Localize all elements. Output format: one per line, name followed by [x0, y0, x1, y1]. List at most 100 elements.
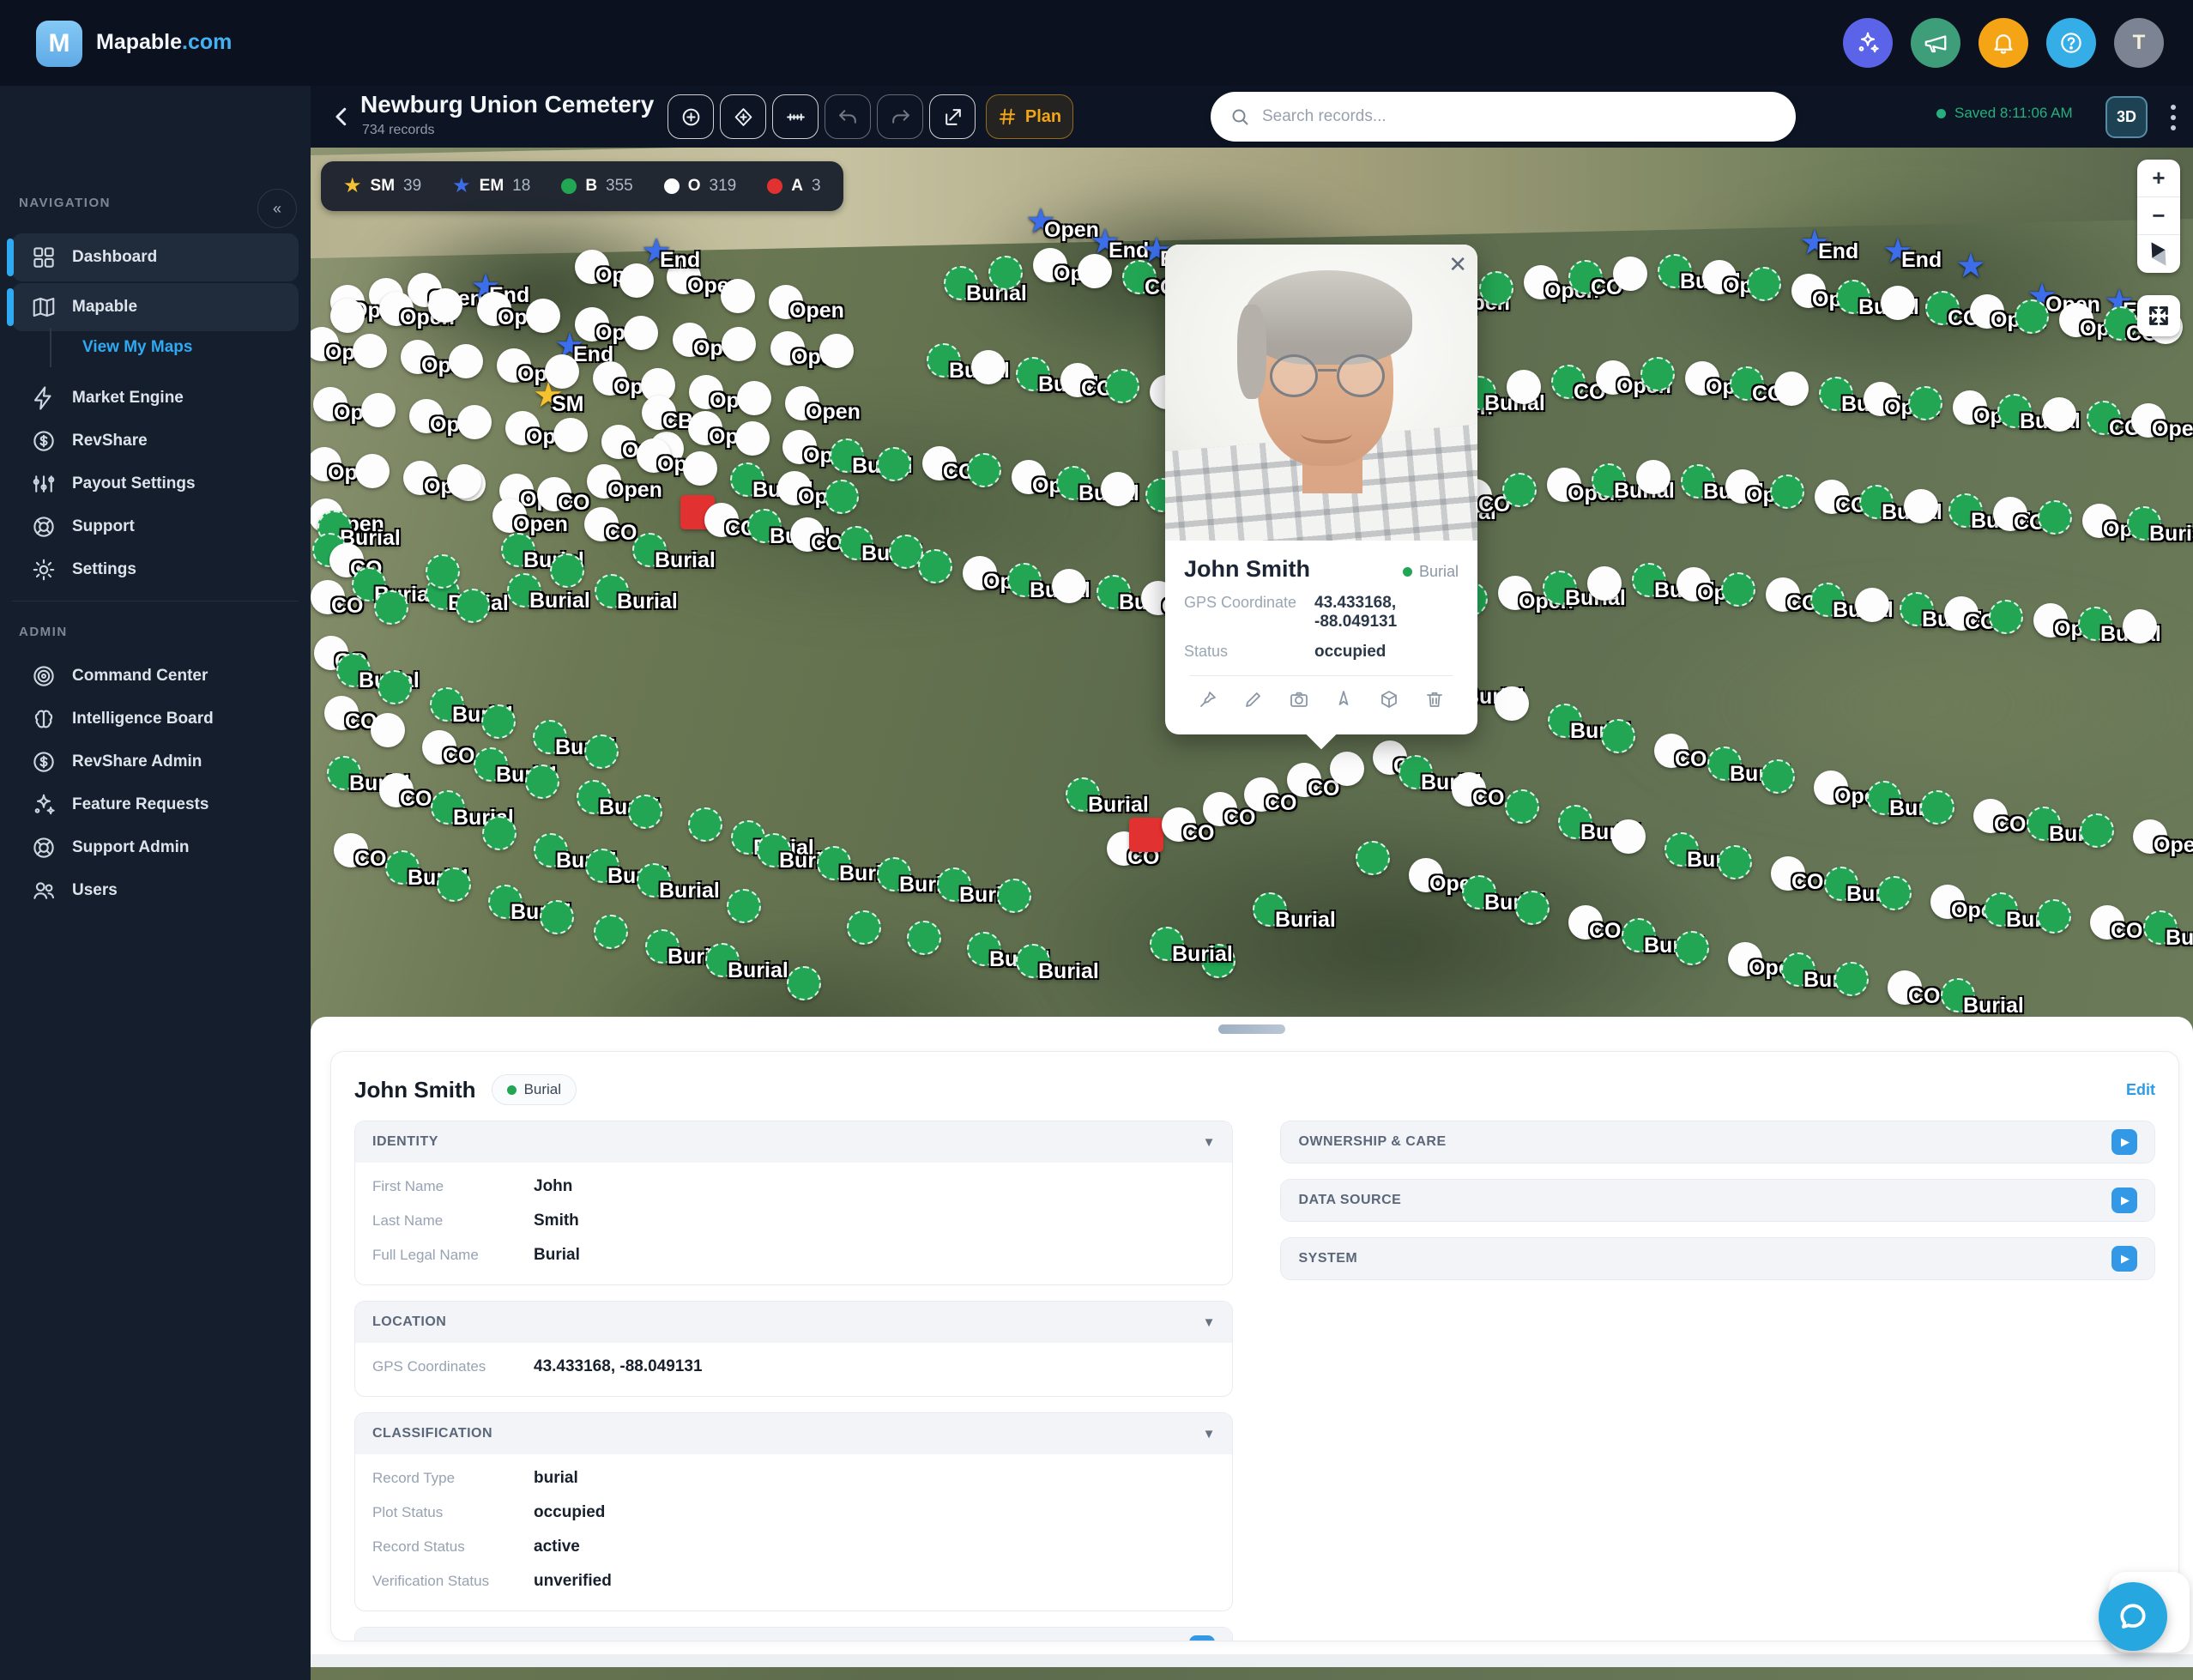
map-marker-o[interactable]: Open [1953, 390, 1987, 425]
map-marker-b[interactable]: Burial [1096, 575, 1131, 609]
cube-action-button[interactable] [1379, 689, 1399, 714]
map-marker-o[interactable]: Open [673, 323, 707, 357]
map-marker-b[interactable] [1761, 759, 1795, 794]
map-marker-b[interactable]: CO [1925, 291, 1960, 325]
map-marker-b[interactable]: Burial [1984, 892, 2018, 927]
map-marker-b[interactable]: CO [1730, 366, 1764, 401]
map-marker-b[interactable]: Burial [747, 509, 782, 543]
map-marker-b[interactable]: Burial [1150, 927, 1184, 961]
camera-action-button[interactable] [1289, 689, 1309, 714]
map-marker-o[interactable]: Open [1033, 248, 1067, 282]
pin-action-button[interactable] [1198, 689, 1218, 714]
map-marker-b[interactable] [1920, 790, 1954, 825]
map-marker-b[interactable]: Burial [839, 526, 873, 560]
map-marker-o[interactable]: Open [637, 438, 671, 473]
map-marker-b[interactable]: Burial [1658, 254, 1692, 288]
section-header[interactable]: IDENTITY▼ [355, 1121, 1232, 1163]
plan-mode-button[interactable]: Plan [986, 94, 1073, 139]
map-marker-em[interactable]: ★End [1881, 234, 1915, 269]
map-marker-o[interactable]: CO [334, 833, 368, 867]
map-marker-o[interactable]: Open [587, 464, 621, 499]
map-marker-b[interactable]: Burial [830, 438, 864, 473]
map-marker-b[interactable]: Burial [944, 266, 978, 300]
map-marker-b[interactable] [1479, 271, 1513, 305]
map-marker-b[interactable] [967, 453, 1001, 487]
map-marker-em[interactable]: ★ [1954, 249, 1988, 283]
map-marker-b[interactable] [997, 879, 1031, 913]
map-marker-o[interactable] [1881, 286, 1915, 320]
map-marker-b[interactable] [525, 764, 559, 799]
map-marker-o[interactable]: Open [688, 411, 722, 445]
map-marker-b[interactable]: Burial [1900, 592, 1934, 626]
map-marker-b[interactable] [1770, 474, 1804, 509]
map-marker-o[interactable]: Open [1012, 460, 1046, 494]
sidebar-item-users[interactable]: Users [12, 867, 299, 915]
map-marker-o[interactable]: CO [1060, 363, 1095, 397]
map-marker-o[interactable] [1507, 370, 1541, 404]
map-marker-b[interactable]: Burial [507, 573, 541, 607]
map-marker-o[interactable]: CO [1203, 792, 1237, 826]
map-marker-o[interactable]: Open [1596, 360, 1630, 395]
map-marker-o[interactable]: CO [422, 730, 456, 764]
map-marker-b[interactable]: Burial [1622, 918, 1656, 952]
add-record-button[interactable] [668, 94, 714, 139]
collapse-caret-icon[interactable]: ▼ [1203, 1315, 1216, 1330]
map-marker-o[interactable] [1611, 819, 1646, 854]
map-marker-a[interactable] [1129, 818, 1163, 852]
close-icon[interactable]: ✕ [1448, 251, 1467, 278]
map-marker-b[interactable] [1502, 473, 1537, 507]
map-marker-o[interactable]: CO [1452, 772, 1486, 807]
legend-item-sm[interactable]: ★SM39 [343, 176, 421, 196]
map-marker-b[interactable]: Burial [533, 720, 567, 754]
map-marker-b[interactable]: Burial [1859, 485, 1894, 519]
collapse-caret-icon[interactable]: ▼ [1203, 1135, 1216, 1150]
map-marker-o[interactable]: CO [1287, 763, 1321, 797]
map-marker-b[interactable] [1505, 789, 1539, 824]
map-marker-b[interactable]: Burial [1836, 280, 1870, 314]
map-marker-o[interactable] [722, 327, 756, 361]
map-marker-o[interactable]: Open [505, 411, 540, 445]
map-marker-b[interactable]: Burial [1548, 704, 1582, 738]
announcements-button[interactable] [1911, 18, 1960, 68]
map-marker-o[interactable] [1330, 752, 1364, 786]
map-marker-o[interactable]: CO [1162, 807, 1196, 842]
map-marker-o[interactable] [1078, 254, 1112, 288]
map-marker-b[interactable]: Burial [1948, 493, 1983, 528]
notifications-button[interactable] [1979, 18, 2028, 68]
map-marker-o[interactable]: Open [769, 285, 803, 319]
collapse-caret-icon[interactable]: ▼ [1203, 1427, 1216, 1441]
map-marker-o[interactable] [449, 344, 483, 378]
map-marker-b[interactable]: Burial [2027, 807, 2061, 841]
map-marker-b[interactable]: Burial [637, 863, 671, 897]
section-header[interactable]: DATA SOURCE▶ [1281, 1180, 2154, 1221]
trash-action-button[interactable] [1424, 689, 1445, 714]
map-marker-o[interactable]: Open [770, 331, 805, 366]
mapable-logo[interactable]: M [36, 21, 82, 67]
map-marker-o[interactable]: Open [1702, 260, 1737, 294]
map-marker-o[interactable]: Open [1725, 469, 1760, 504]
map-marker-b[interactable]: Burial [2078, 607, 2112, 641]
map-marker-b[interactable] [1105, 369, 1139, 403]
fullscreen-button[interactable] [2137, 295, 2180, 336]
map-marker-o[interactable]: Open [785, 386, 819, 420]
map-marker-o[interactable] [361, 393, 396, 427]
map-marker-b[interactable]: Burial [1066, 777, 1100, 812]
map-marker-o[interactable]: CO [1654, 734, 1689, 768]
chat-button[interactable] [2099, 1582, 2167, 1651]
map-marker-b[interactable]: Burial [645, 929, 680, 964]
map-marker-o[interactable]: CO [311, 580, 345, 614]
map-marker-b[interactable]: Burial [817, 846, 851, 880]
map-marker-o[interactable]: Open [575, 250, 609, 284]
zoom-out-button[interactable]: − [2137, 197, 2180, 235]
expand-section-button[interactable]: ▶ [2111, 1246, 2137, 1272]
map-marker-b[interactable]: Burial [336, 653, 371, 687]
sidebar-item-market-engine[interactable]: Market Engine [12, 374, 299, 422]
map-marker-b[interactable] [1601, 719, 1635, 753]
undo-button[interactable] [825, 94, 871, 139]
map-marker-b[interactable] [877, 447, 911, 481]
map-marker-o[interactable] [1495, 686, 1529, 721]
map-marker-b[interactable] [1675, 931, 1709, 965]
sidebar-item-support[interactable]: Support [12, 503, 299, 551]
sidebar-item-command-center[interactable]: Command Center [12, 652, 299, 700]
map-marker-b[interactable] [456, 589, 490, 623]
